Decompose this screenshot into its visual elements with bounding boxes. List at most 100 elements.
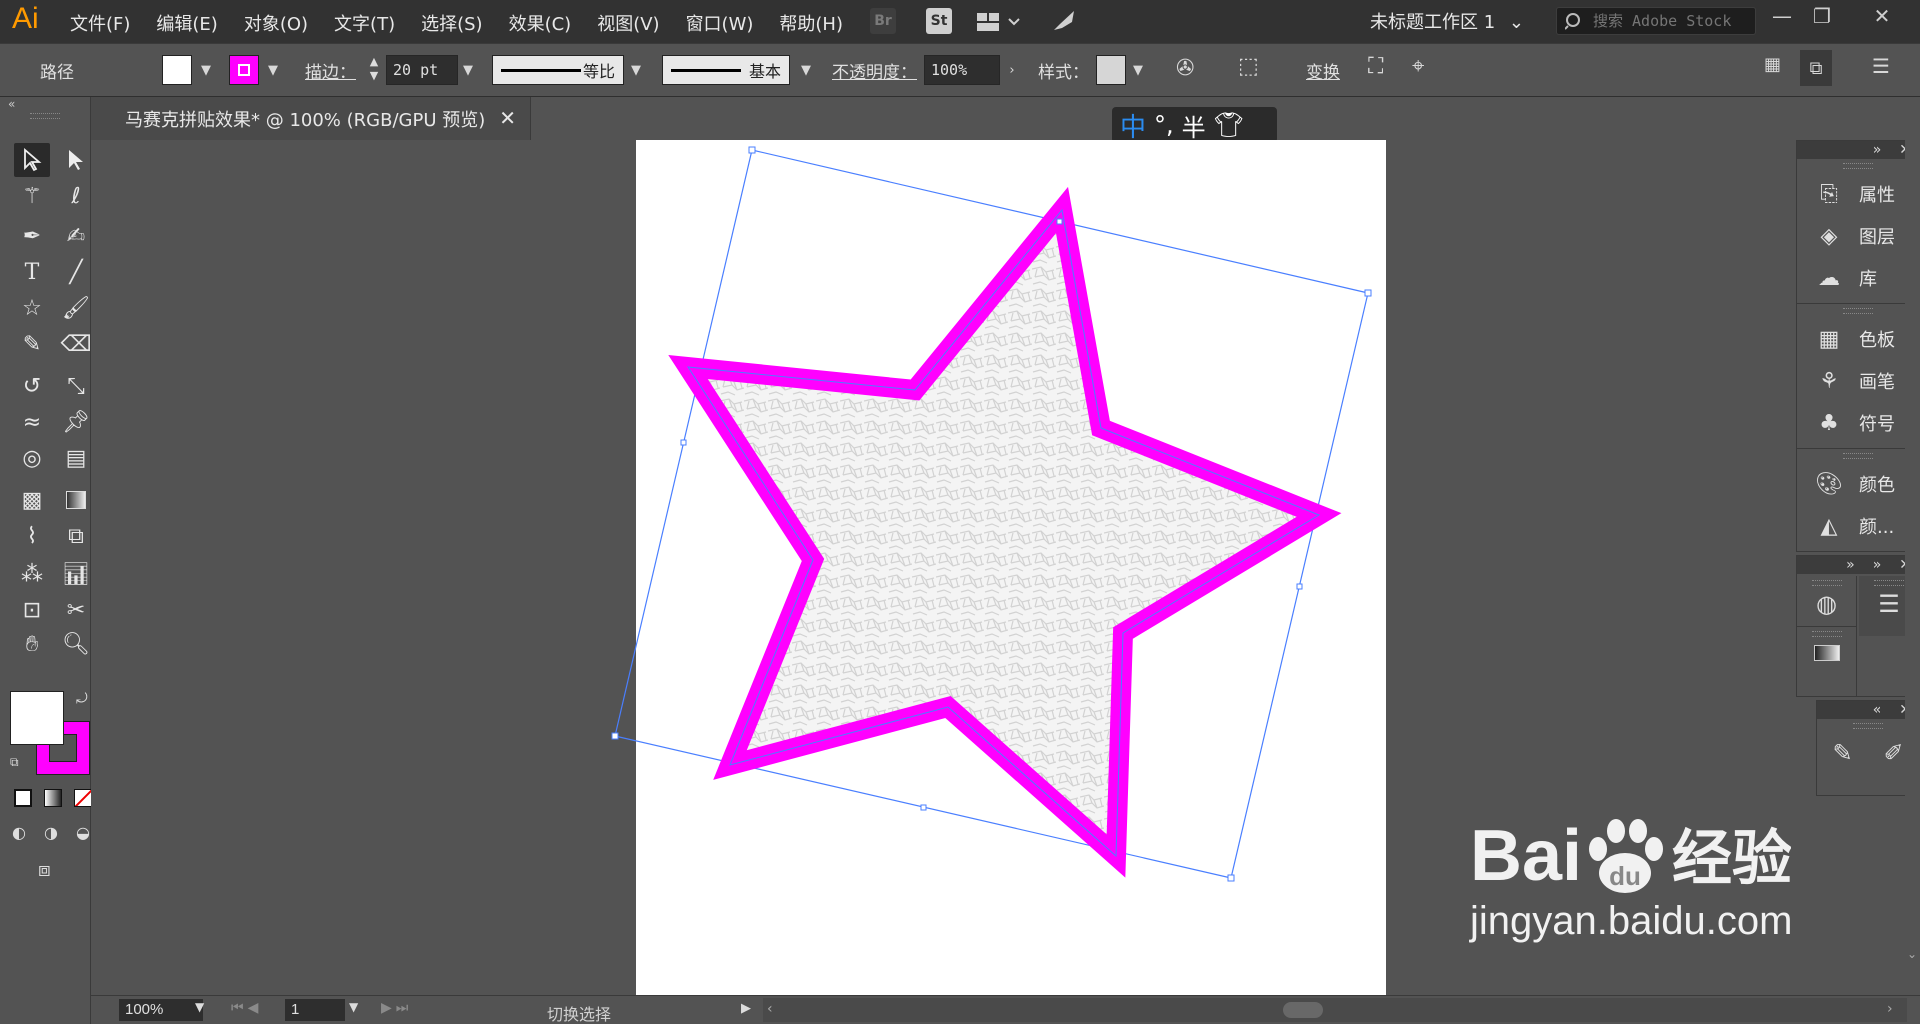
stock-search[interactable] (1556, 7, 1756, 35)
eraser-tool[interactable]: ⌫ (58, 327, 94, 361)
align-to-selection-icon[interactable]: ⬚ (1238, 54, 1259, 79)
shaper-tool[interactable]: ✎ (14, 327, 50, 361)
artboard-number-field[interactable]: 1 (285, 999, 345, 1021)
menu-file[interactable]: 文件(F) (70, 10, 130, 36)
default-fill-stroke-icon[interactable]: ⧉ (10, 755, 19, 770)
artboard-dropdown-icon[interactable]: ▼ (349, 1000, 358, 1014)
swap-fill-stroke-icon[interactable]: ⤾ (76, 691, 88, 707)
brush-definition[interactable]: 基本 (662, 55, 790, 85)
ime-mode[interactable]: 中 (1120, 107, 1146, 144)
stroke-dropdown[interactable]: ▼ (263, 55, 283, 85)
none-mode-button[interactable] (74, 789, 92, 807)
magic-wand-tool[interactable]: ⚚ (14, 179, 50, 213)
blend-tool[interactable]: ⧉ (58, 519, 94, 553)
select-similar-icon[interactable]: ⌖ (1412, 54, 1424, 79)
transparency-icon[interactable]: ◍ (1797, 590, 1856, 618)
opacity-label[interactable]: 不透明度： (832, 58, 917, 83)
stroke-weight-dropdown[interactable]: ▼ (458, 55, 478, 85)
panel-grip[interactable] (1811, 631, 1842, 637)
gradient-tool[interactable] (58, 483, 94, 517)
handle-bottom-right[interactable] (1227, 874, 1235, 882)
draw-behind-icon[interactable]: ◑ (44, 823, 58, 842)
stroke-stepper[interactable]: ▲ ▼ (366, 55, 382, 85)
panel-symbols[interactable]: ♣ 符号 (1797, 402, 1919, 444)
handle-right-middle[interactable] (1296, 583, 1303, 590)
selection-tool[interactable] (14, 143, 50, 177)
fill-swatch[interactable] (162, 55, 192, 85)
ime-skin-icon[interactable]: 👕︎ (1214, 111, 1244, 139)
recolor-artwork-icon[interactable]: ✇ (1176, 56, 1194, 81)
restore-button[interactable]: ❐ (1802, 4, 1842, 28)
menu-window[interactable]: 窗口(W) (686, 10, 754, 36)
handle-top-middle[interactable] (1056, 218, 1063, 225)
opacity-field[interactable]: 100% (924, 55, 1000, 85)
menu-help[interactable]: 帮助(H) (779, 10, 843, 36)
stroke-weight-field[interactable]: 20 pt (386, 55, 458, 85)
panel-grip[interactable] (1811, 580, 1842, 586)
shape-builder-tool[interactable]: ◎ (14, 441, 50, 475)
collapse-panels-icon[interactable]: » (1873, 142, 1882, 158)
image-trace-icon[interactable]: ✐ (1883, 739, 1903, 767)
handle-top-right[interactable] (1364, 289, 1372, 297)
arrange-panels-icon[interactable]: ▦ (1764, 54, 1781, 75)
scroll-right-icon[interactable]: › (1887, 1001, 1893, 1017)
menu-select[interactable]: 选择(S) (421, 10, 482, 36)
panel-brushes[interactable]: ⚘ 画笔 (1797, 360, 1919, 402)
bridge-button[interactable]: Br (870, 8, 896, 34)
panel-toggle-icon[interactable]: ⧉ (1800, 50, 1832, 86)
eyedropper-tool[interactable]: ⌇ (14, 519, 50, 553)
graphic-style-swatch[interactable] (1096, 55, 1126, 85)
direct-selection-tool[interactable] (58, 143, 94, 177)
first-prev-artboard-icons[interactable]: ⏮◀ (231, 1000, 262, 1016)
scale-tool[interactable]: ⤡ (58, 369, 94, 403)
pen-tool[interactable]: ✒ (14, 219, 50, 253)
gpu-performance-button[interactable] (1050, 8, 1078, 38)
ime-status-bar[interactable]: 中 °, 半 👕︎ (1112, 107, 1277, 143)
horizontal-scrollbar[interactable]: ‹ › (763, 998, 1907, 1022)
status-menu-icon[interactable]: ▶ (741, 1001, 751, 1016)
panel-libraries[interactable]: ☁ 库 (1797, 257, 1919, 299)
lasso-tool[interactable]: ℓ (58, 179, 94, 213)
handle-top-left[interactable] (748, 146, 756, 154)
zoom-tool[interactable]: 🔍︎ (58, 627, 94, 661)
puppet-warp-tool[interactable]: 📌︎ (58, 405, 94, 439)
toolbar-grip[interactable] (30, 113, 60, 119)
panel-swatches[interactable]: ▦ 色板 (1797, 318, 1919, 360)
panel-layers[interactable]: ◈ 图层 (1797, 215, 1919, 257)
panel-grip[interactable] (1874, 580, 1904, 586)
menu-type[interactable]: 文字(T) (334, 10, 395, 36)
panel-grip[interactable] (1843, 163, 1873, 169)
stroke-swatch[interactable] (229, 55, 259, 85)
panel-grip[interactable] (1843, 308, 1873, 314)
workspace-switcher[interactable]: 未标题工作区 1 ⌄ (1370, 8, 1524, 34)
close-tab-icon[interactable]: ✕ (499, 106, 516, 130)
gradient-mode-button[interactable] (44, 789, 62, 807)
variable-width-profile[interactable]: 等比 (492, 55, 624, 85)
brush-tool-panel-icon[interactable]: ✎ (1832, 739, 1852, 767)
screen-mode-icon[interactable]: ⧈ (38, 857, 51, 881)
artboard-tool[interactable]: ⊡ (14, 593, 50, 627)
star-tool[interactable]: ☆ (14, 291, 50, 325)
panel-grip[interactable] (1843, 453, 1873, 459)
draw-inside-icon[interactable]: ◒ (76, 823, 90, 842)
transform-link[interactable]: 变换 (1306, 58, 1340, 83)
width-tool[interactable]: ≈ (14, 405, 50, 439)
ime-punctuation[interactable]: °, (1154, 111, 1174, 139)
isolate-object-icon[interactable]: ⛶ (1368, 54, 1383, 79)
slice-tool[interactable]: ✂ (58, 593, 94, 627)
scroll-left-icon[interactable]: ‹ (767, 1001, 773, 1017)
star-shape[interactable] (668, 186, 1342, 878)
hand-tool[interactable]: ✋︎ (14, 627, 50, 661)
rotate-tool[interactable]: ↺ (14, 369, 50, 403)
collapse-panels-icon[interactable]: » (1846, 557, 1855, 573)
draw-normal-icon[interactable]: ◐ (12, 823, 26, 842)
zoom-dropdown-icon[interactable]: ▼ (195, 1000, 204, 1014)
profile-dropdown[interactable]: ▼ (626, 55, 646, 85)
collapse-toolbar-icon[interactable]: « (8, 97, 15, 111)
line-segment-tool[interactable]: ╱ (58, 255, 94, 289)
style-dropdown[interactable]: ▼ (1128, 55, 1148, 85)
menu-effect[interactable]: 效果(C) (509, 10, 572, 36)
document-tab[interactable]: 马赛克拼贴效果* @ 100% (RGB/GPU 预览) ✕ (91, 97, 531, 140)
curvature-tool[interactable]: ✍ (58, 219, 94, 253)
minimize-button[interactable]: — (1762, 4, 1802, 28)
